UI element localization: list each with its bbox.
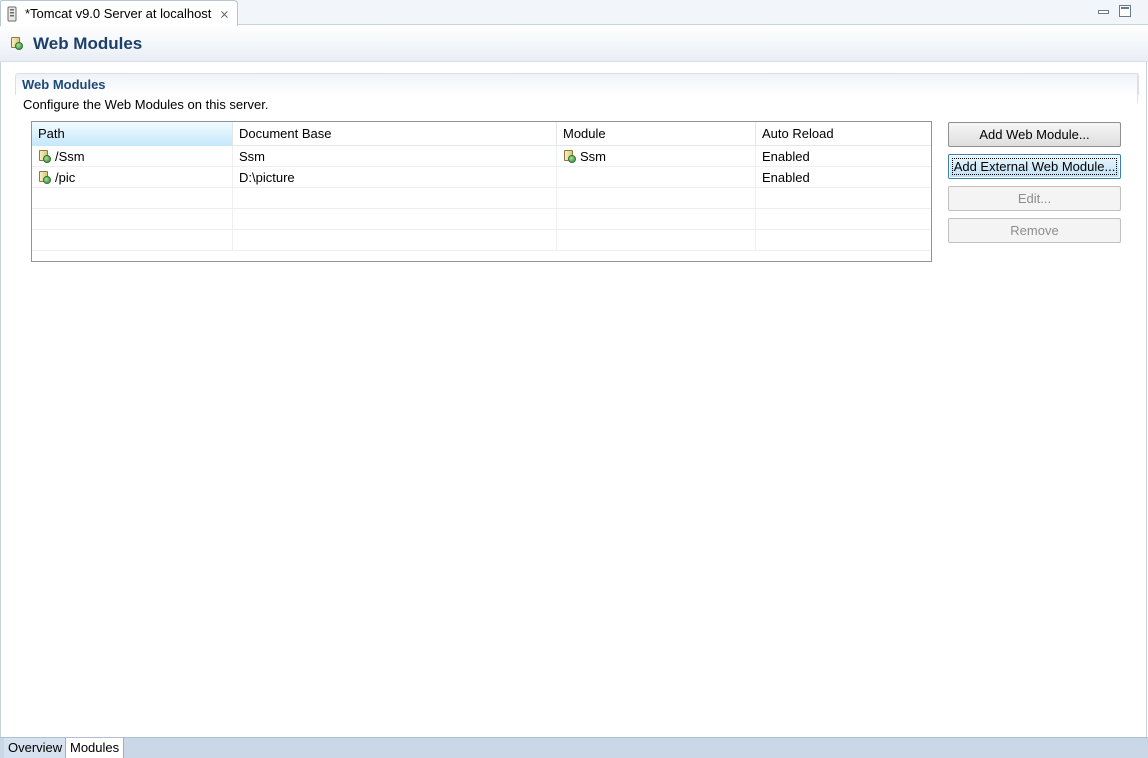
editor-tab-bar: *Tomcat v9.0 Server at localhost ⨯ (0, 0, 1148, 26)
table-header: Path Document Base Module Auto Reload (32, 122, 931, 146)
editor-tab-title: *Tomcat v9.0 Server at localhost (25, 6, 212, 21)
table-row-empty (32, 230, 931, 251)
cell-auto-reload: Enabled (762, 170, 810, 185)
server-icon (7, 6, 17, 21)
table-row-empty (32, 209, 931, 230)
editor-tab[interactable]: *Tomcat v9.0 Server at localhost ⨯ (0, 0, 238, 26)
add-external-web-module-button[interactable]: Add External Web Module... (948, 154, 1121, 179)
minimize-icon[interactable] (1097, 5, 1109, 17)
editor-frame-right (1146, 26, 1147, 737)
table-row[interactable]: /Ssm Ssm Ssm Enabled (32, 146, 931, 167)
cell-module: Ssm (557, 146, 756, 167)
editor-frame-left (0, 26, 1, 737)
close-icon[interactable]: ⨯ (219, 7, 229, 21)
tab-overview[interactable]: Overview (4, 738, 68, 758)
path-text: /Ssm (55, 149, 85, 164)
tab-modules[interactable]: Modules (65, 738, 125, 758)
maximize-icon[interactable] (1119, 5, 1131, 17)
column-header-auto-reload[interactable]: Auto Reload (756, 122, 931, 146)
section-header: Web Modules (15, 73, 1139, 95)
add-web-module-button[interactable]: Add Web Module... (948, 122, 1121, 147)
column-header-path[interactable]: Path (32, 122, 233, 146)
page-title: Web Modules (33, 33, 143, 53)
table-row[interactable]: /pic D:\picture Enabled (32, 167, 931, 188)
add-external-web-module-label: Add External Web Module... (951, 158, 1118, 175)
module-text: Ssm (580, 149, 606, 164)
cell-module (557, 167, 756, 188)
table-row-empty (32, 188, 931, 209)
edit-button[interactable]: Edit... (948, 186, 1121, 211)
column-header-document-base[interactable]: Document Base (233, 122, 557, 146)
cell-document-base: D:\picture (233, 167, 557, 188)
web-module-icon (38, 149, 51, 164)
web-module-icon (563, 149, 576, 164)
web-modules-table[interactable]: Path Document Base Module Auto Reload /S… (31, 121, 932, 262)
cell-auto-reload: Enabled (762, 149, 810, 164)
page-tab-bar: Overview Modules (0, 737, 1148, 758)
section-description: Configure the Web Modules on this server… (23, 97, 269, 112)
remove-button[interactable]: Remove (948, 218, 1121, 243)
section-title: Web Modules (22, 77, 106, 92)
column-header-module[interactable]: Module (557, 122, 756, 146)
cell-path: /Ssm (32, 146, 233, 167)
web-module-icon (38, 170, 51, 185)
web-module-icon (10, 36, 23, 51)
cell-document-base: Ssm (233, 146, 557, 167)
path-text: /pic (55, 170, 76, 185)
cell-path: /pic (32, 167, 233, 188)
web-modules-section: Web Modules Configure the Web Modules on… (15, 73, 1139, 112)
section-border (1137, 73, 1138, 103)
form-header: Web Modules (0, 26, 1148, 62)
